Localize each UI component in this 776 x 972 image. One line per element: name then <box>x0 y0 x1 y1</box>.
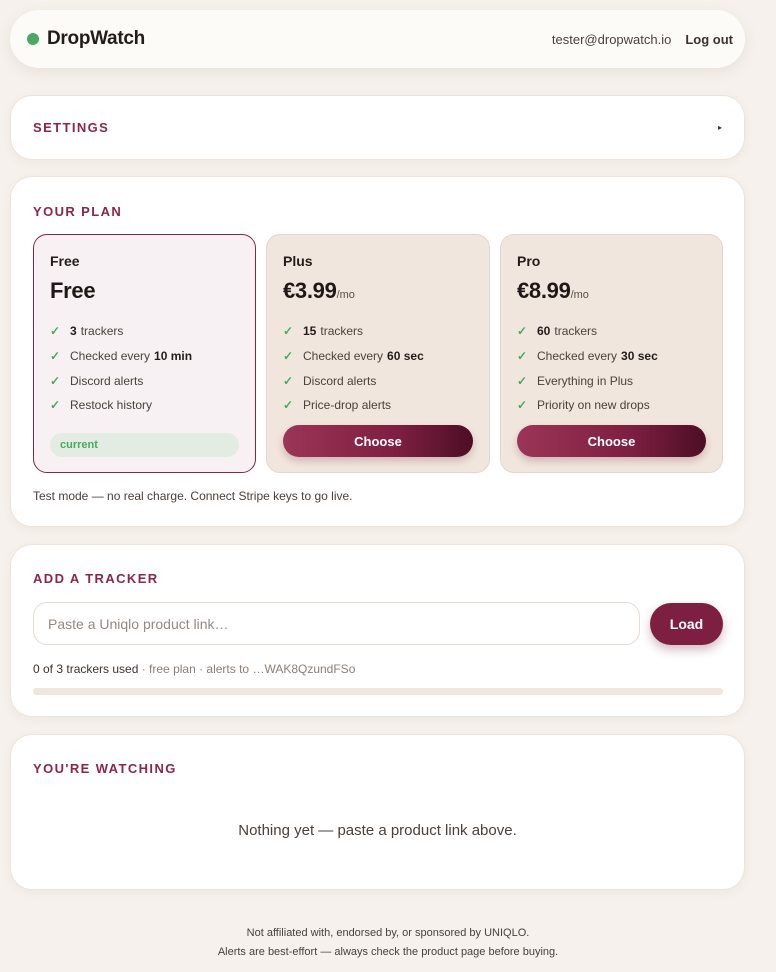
feature-text: trackers <box>554 324 598 339</box>
tier-price-period: /mo <box>336 289 355 301</box>
feature-text: Discord alerts <box>303 373 377 388</box>
feature-item: ✓ Discord alerts <box>283 368 473 393</box>
tier-name: Plus <box>283 253 313 269</box>
feature-highlight: 60 <box>537 324 551 339</box>
feature-item: ✓ Priority on new drops <box>517 393 706 418</box>
tier-name: Free <box>50 253 80 269</box>
settings-panel[interactable]: SETTINGS ▸ <box>10 95 745 160</box>
top-bar: DropWatch tester@dropwatch.io Log out <box>10 10 745 68</box>
feature-list: ✓ 3 trackers ✓ Checked every 10 min ✓ Discord… <box>50 319 239 418</box>
usage-progress-bar <box>33 688 723 695</box>
status-dot-icon <box>27 33 39 45</box>
watching-title: YOU'RE WATCHING <box>33 761 177 776</box>
feature-item: ✓ Price-drop alerts <box>283 393 473 418</box>
check-icon: ✓ <box>283 324 294 339</box>
plan-tier-free: Free Free ✓ 3 trackers ✓ Checked every 10 mi… <box>33 234 256 473</box>
logout-button[interactable]: Log out <box>685 32 733 47</box>
feature-item: ✓ Checked every 60 sec <box>283 344 473 369</box>
user-area: tester@dropwatch.io Log out <box>552 32 733 47</box>
footer-note: Alerts are best-effort — always check th… <box>217 946 559 958</box>
feature-text: Discord alerts <box>70 373 144 388</box>
tier-price: Free <box>50 278 239 304</box>
feature-text: trackers <box>320 324 364 339</box>
check-icon: ✓ <box>50 349 61 364</box>
feature-highlight: 3 <box>70 324 77 339</box>
check-icon: ✓ <box>517 349 528 364</box>
choose-plus-button[interactable]: Choose <box>283 425 473 457</box>
feature-highlight: 30 sec <box>621 349 658 364</box>
caret-right-icon[interactable]: ▸ <box>718 123 722 132</box>
footer: Not affiliated with, endorsed by, or spo… <box>0 924 776 962</box>
check-icon: ✓ <box>283 398 294 413</box>
product-link-input[interactable] <box>33 602 640 645</box>
tier-price-value: Free <box>50 278 96 303</box>
feature-item: ✓ 3 trackers <box>50 319 239 344</box>
check-icon: ✓ <box>50 373 61 388</box>
add-tracker-panel: ADD A TRACKER Load 0 of 3 trackers used … <box>10 544 745 717</box>
check-icon: ✓ <box>517 373 528 388</box>
feature-item: ✓ Checked every 30 sec <box>517 344 706 369</box>
footer-disclaimer: Not affiliated with, endorsed by, or spo… <box>246 927 530 939</box>
feature-text: Everything in Plus <box>537 373 634 388</box>
empty-state-text: Nothing yet — paste a product link above… <box>238 822 517 839</box>
current-plan-badge: current <box>50 433 239 457</box>
usage-count: 0 of 3 trackers used <box>33 662 139 676</box>
tier-price: €8.99/mo <box>517 278 706 304</box>
feature-text: Price-drop alerts <box>303 398 392 413</box>
tier-price-value: €8.99 <box>517 278 571 303</box>
tier-price: €3.99/mo <box>283 278 473 304</box>
usage-meta: · free plan · alerts to …WAK8QzundFSo <box>138 662 356 676</box>
tier-price-value: €3.99 <box>283 278 337 303</box>
plan-tier-plus: Plus €3.99/mo ✓ 15 trackers ✓ Checked every… <box>266 234 490 473</box>
check-icon: ✓ <box>517 398 528 413</box>
feature-item: ✓ 60 trackers <box>517 319 706 344</box>
check-icon: ✓ <box>50 324 61 339</box>
feature-text: Checked every <box>70 349 151 364</box>
feature-text: trackers <box>80 324 124 339</box>
feature-highlight: 10 min <box>154 349 193 364</box>
watching-panel: YOU'RE WATCHING Nothing yet — paste a pr… <box>10 734 745 890</box>
tracker-usage: 0 of 3 trackers used · free plan · alert… <box>33 662 355 676</box>
feature-list: ✓ 15 trackers ✓ Checked every 60 sec ✓ Discor… <box>283 319 473 418</box>
feature-item: ✓ 15 trackers <box>283 319 473 344</box>
feature-highlight: 15 <box>303 324 317 339</box>
feature-item: ✓ Everything in Plus <box>517 368 706 393</box>
feature-highlight: 60 sec <box>387 349 424 364</box>
tier-price-period: /mo <box>570 289 589 301</box>
load-button[interactable]: Load <box>650 603 723 645</box>
feature-text: Checked every <box>303 349 384 364</box>
check-icon: ✓ <box>50 398 61 413</box>
plan-title: YOUR PLAN <box>33 204 123 219</box>
brand-name: DropWatch <box>47 28 145 49</box>
tier-name: Pro <box>517 253 541 269</box>
plan-note: Test mode — no real charge. Connect Stri… <box>33 489 353 503</box>
choose-pro-button[interactable]: Choose <box>517 425 706 457</box>
feature-item: ✓ Checked every 10 min <box>50 344 239 369</box>
user-email: tester@dropwatch.io <box>551 31 672 47</box>
feature-text: Priority on new drops <box>537 398 650 413</box>
feature-text: Restock history <box>70 398 153 413</box>
feature-item: ✓ Discord alerts <box>50 368 239 393</box>
brand: DropWatch <box>26 28 145 50</box>
check-icon: ✓ <box>517 324 528 339</box>
feature-text: Checked every <box>537 349 618 364</box>
feature-item: ✓ Restock history <box>50 393 239 418</box>
check-icon: ✓ <box>283 373 294 388</box>
settings-title: SETTINGS <box>33 120 110 135</box>
plan-tier-pro: Pro €8.99/mo ✓ 60 trackers ✓ Checked every 3… <box>500 234 723 473</box>
add-tracker-title: ADD A TRACKER <box>33 571 159 586</box>
feature-list: ✓ 60 trackers ✓ Checked every 30 sec ✓ Everyt… <box>517 319 706 418</box>
check-icon: ✓ <box>283 349 294 364</box>
plan-panel: YOUR PLAN Free Free ✓ 3 trackers ✓ Checked … <box>10 176 745 527</box>
